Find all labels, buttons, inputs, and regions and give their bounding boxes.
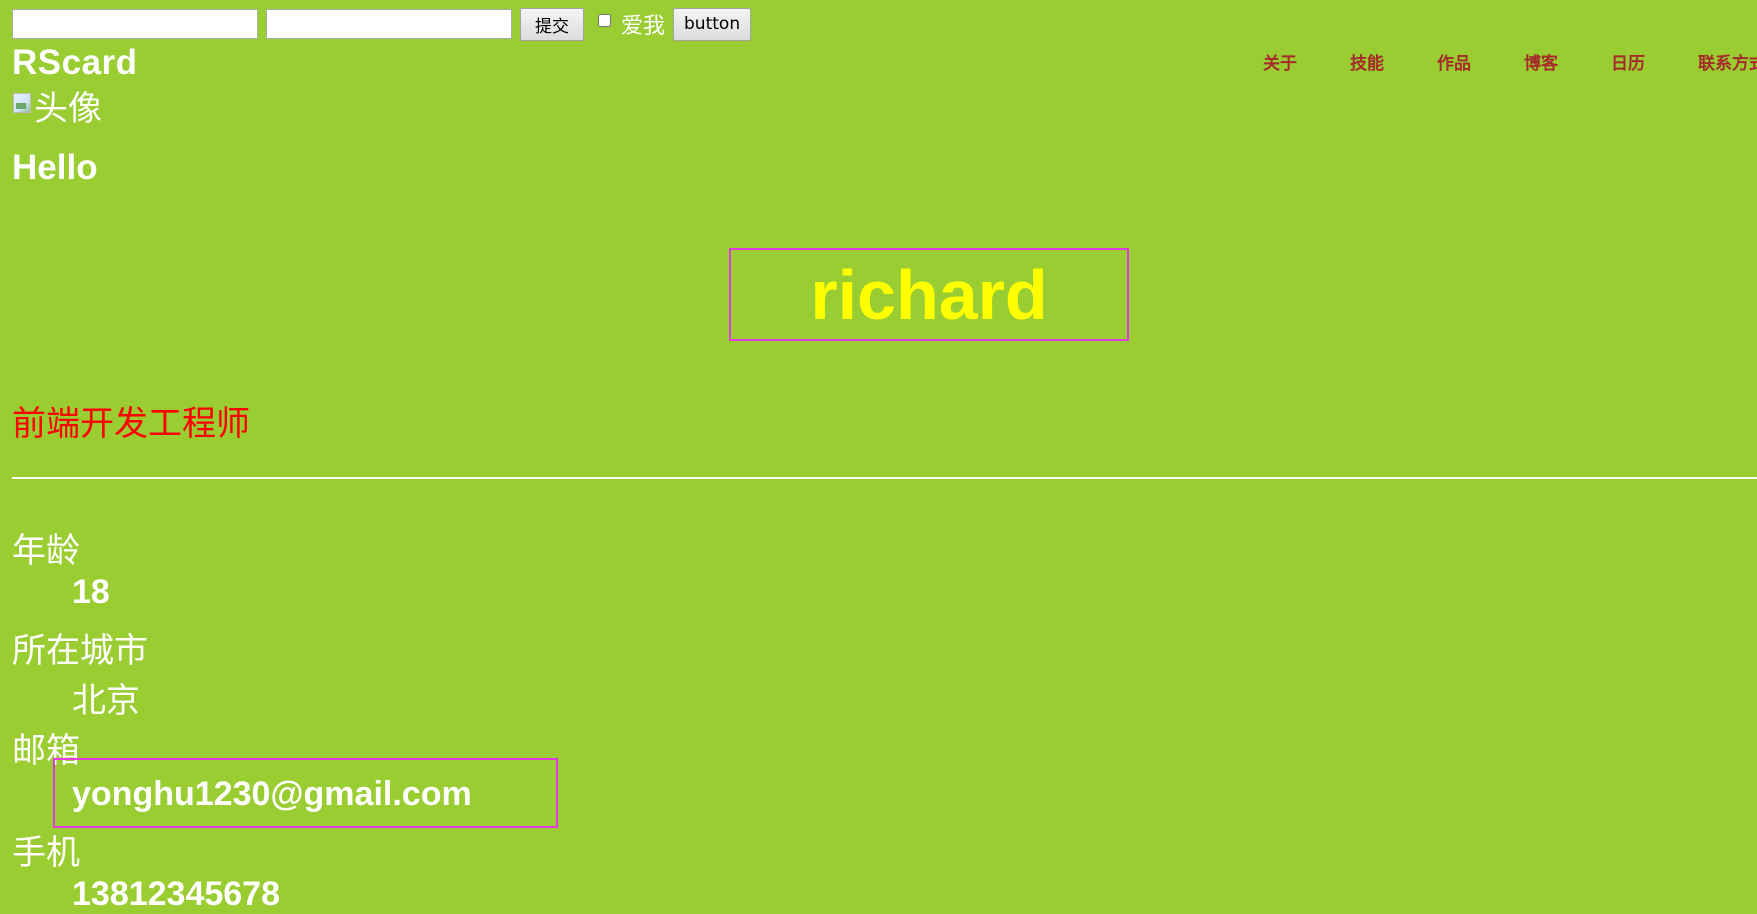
job-title: 前端开发工程师 [12, 404, 250, 444]
broken-image-icon [12, 92, 32, 114]
name-highlight-box: richard [729, 248, 1129, 341]
section-divider [12, 477, 1757, 479]
city-label: 所在城市 [12, 631, 148, 671]
greeting-heading: Hello [12, 148, 98, 187]
age-label: 年龄 [12, 531, 80, 571]
top-form: 提交 爱我 button [12, 7, 752, 41]
text-input-2[interactable] [266, 9, 512, 39]
email-value: yonghu1230@gmail.com [72, 775, 472, 813]
nav-item-contact[interactable]: 联系方式 [1698, 49, 1757, 74]
phone-label: 手机 [12, 833, 80, 873]
profile-name: richard [810, 255, 1048, 334]
main-nav: 关于 技能 作品 博客 日历 联系方式 [1263, 49, 1757, 74]
city-value: 北京 [72, 681, 140, 721]
submit-button[interactable]: 提交 [520, 7, 584, 41]
love-me-checkbox[interactable] [598, 13, 611, 27]
nav-item-works[interactable]: 作品 [1437, 49, 1524, 74]
avatar-alt-text: 头像 [34, 89, 102, 129]
nav-item-skills[interactable]: 技能 [1350, 49, 1437, 74]
nav-item-about[interactable]: 关于 [1263, 49, 1350, 74]
text-input-1[interactable] [12, 9, 258, 39]
phone-value: 13812345678 [72, 875, 281, 913]
avatar: 头像 [12, 92, 102, 126]
nav-item-calendar[interactable]: 日历 [1611, 49, 1698, 74]
generic-button[interactable]: button [673, 7, 752, 41]
checkbox-label: 爱我 [621, 14, 666, 39]
age-value: 18 [72, 573, 110, 611]
brand-title: RScard [12, 43, 138, 82]
nav-item-blog[interactable]: 博客 [1524, 49, 1611, 74]
